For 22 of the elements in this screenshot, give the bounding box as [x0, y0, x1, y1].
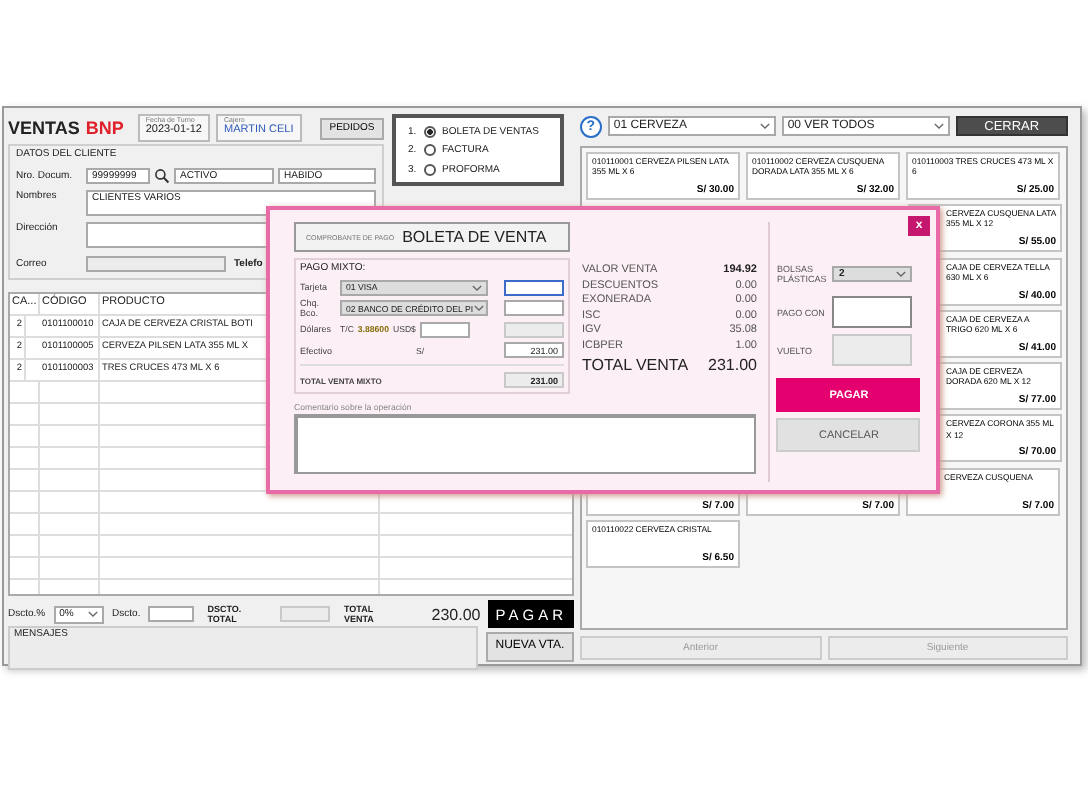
check-amount-field[interactable]	[504, 300, 564, 316]
discount-field[interactable]	[148, 606, 194, 622]
email-field[interactable]	[86, 255, 226, 271]
brand-label: BNP	[85, 118, 124, 138]
caret-icon	[472, 283, 482, 291]
summary-value: 231.00	[708, 355, 757, 374]
summary-label: TOTAL VENTA	[582, 355, 689, 374]
caret-icon	[759, 122, 770, 130]
caret-icon	[473, 304, 484, 312]
caret-icon	[896, 270, 907, 278]
page-title: VENTAS	[8, 118, 80, 138]
total-amount: 230.00	[431, 605, 481, 623]
card-amount-field[interactable]	[504, 279, 564, 295]
dollar-converted-field	[504, 321, 564, 337]
caret-icon	[933, 122, 944, 130]
dollar-amount-field[interactable]	[419, 321, 470, 337]
pay-with-field[interactable]	[832, 296, 913, 328]
caret-icon	[88, 610, 99, 618]
change-field	[832, 334, 913, 366]
discount-total-field	[279, 606, 330, 622]
search-icon[interactable]	[154, 167, 170, 183]
comment-field[interactable]	[294, 413, 756, 473]
